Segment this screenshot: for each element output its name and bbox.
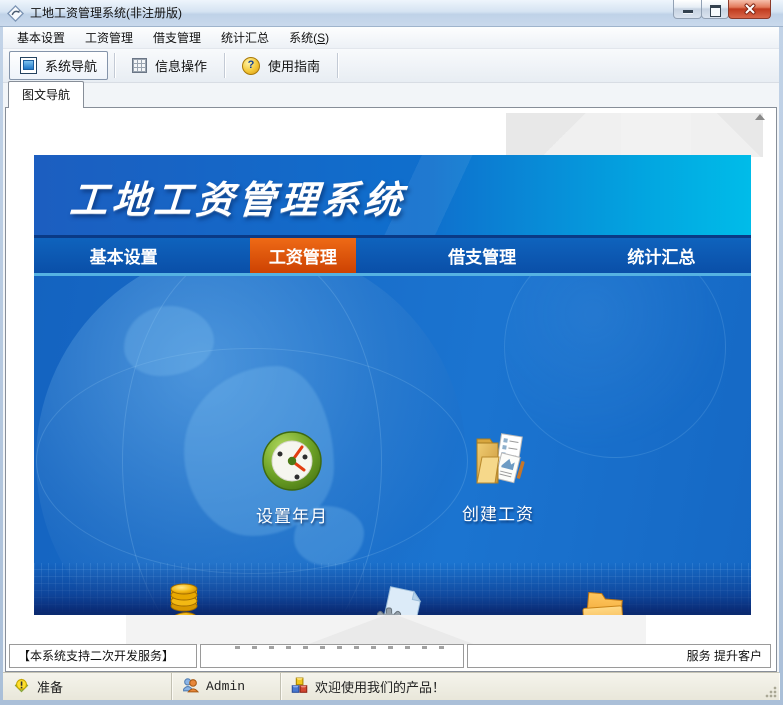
panel-nav-basic-settings[interactable]: 基本设置 (34, 238, 213, 273)
help-icon: ? (242, 56, 261, 75)
menu-basic-settings[interactable]: 基本设置 (7, 26, 75, 49)
menu-wage-management[interactable]: 工资管理 (75, 26, 143, 49)
marquee-text: 服务 提升客户 (686, 649, 762, 663)
shortcut-create-wage[interactable]: 创建工资 (433, 427, 563, 525)
window-title: 工地工资管理系统(非注册版) (30, 6, 182, 20)
folder-documents-icon (466, 427, 530, 491)
watermark-shape (506, 113, 621, 157)
user-icon (182, 677, 200, 697)
nav-item-label: 基本设置 (89, 248, 158, 267)
scroll-up-arrow-icon[interactable] (755, 114, 765, 120)
content-area: 工地工资管理系统 基本设置 工资管理 借支管理 统计汇总 设置年月 创建工资 【… (5, 107, 777, 672)
shortcut-label: 设置年月 (256, 507, 328, 526)
shortcut-wage-summary[interactable]: 工资汇总 (536, 582, 666, 615)
minimize-icon (682, 10, 693, 13)
status-bar: 准备 Admin 欢迎使用我们的产品！ (3, 672, 779, 700)
watermark-shape (126, 613, 646, 645)
panel-nav-statistics-summary[interactable]: 统计汇总 (572, 238, 751, 273)
tab-strip: 图文导航 (3, 81, 779, 108)
gear-document-icon (364, 582, 428, 615)
minimize-button[interactable] (673, 0, 702, 19)
status-user-text: Admin (206, 679, 246, 694)
watermark-shape (691, 113, 763, 157)
window-controls (673, 0, 771, 19)
banner: 工地工资管理系统 (34, 155, 751, 235)
shortcut-distribution-summary[interactable]: 发放汇总 (331, 582, 461, 615)
close-button[interactable] (728, 0, 771, 19)
toolbar-separator (337, 53, 339, 78)
support-label: 【本系统支持二次开发服务】 (9, 644, 197, 668)
menu-system-key: S (317, 31, 326, 45)
toolbar: 系统导航 信息操作 ? 使用指南 (3, 49, 779, 83)
nav-item-label: 统计汇总 (627, 248, 696, 267)
toolbar-separator (114, 53, 116, 78)
clipped-marquee-text (235, 646, 445, 649)
menu-bar: 基本设置 工资管理 借支管理 统计汇总 系统(S) (3, 27, 779, 49)
client-area: 基本设置 工资管理 借支管理 统计汇总 系统(S) 系统导航 信息操作 ? 使用… (3, 27, 779, 700)
watermark-shape (306, 613, 476, 645)
close-icon (743, 2, 757, 16)
gold-coins-icon (159, 580, 223, 615)
toolbar-button-label: 使用指南 (268, 59, 321, 74)
maximize-icon (710, 5, 721, 17)
tab-graphic-navigation[interactable]: 图文导航 (8, 81, 85, 108)
marquee-box-left (200, 644, 464, 668)
menu-system[interactable]: 系统(S) (279, 26, 339, 49)
toolbar-info-operations-button[interactable]: 信息操作 (121, 51, 218, 80)
shortcut-label: 创建工资 (462, 505, 534, 524)
toolbar-system-navigation-button[interactable]: 系统导航 (9, 51, 109, 80)
folder-coins-icon (569, 582, 633, 615)
shortcut-set-year-month[interactable]: 设置年月 (227, 429, 357, 527)
status-message-panel: 欢迎使用我们的产品！ (281, 673, 779, 700)
status-ready-text: 准备 (37, 680, 64, 695)
navigation-panel-icon (20, 57, 37, 74)
panel-body: 设置年月 创建工资 (34, 276, 751, 615)
toolbar-button-label: 信息操作 (155, 59, 208, 74)
status-user-panel: Admin (172, 673, 281, 700)
grid-icon (132, 58, 148, 73)
toolbar-button-label: 系统导航 (45, 59, 98, 74)
shortcut-wage-registration[interactable]: 工资登记 (126, 580, 256, 615)
nav-item-label: 借支管理 (448, 248, 517, 267)
footer-row: 【本系统支持二次开发服务】 服务 提升客户 (9, 644, 771, 668)
menu-statistics-summary[interactable]: 统计汇总 (211, 26, 279, 49)
panel-nav-bar: 基本设置 工资管理 借支管理 统计汇总 (34, 235, 751, 273)
menu-loan-management[interactable]: 借支管理 (143, 26, 211, 49)
status-message-text: 欢迎使用我们的产品！ (315, 680, 446, 695)
panel-nav-loan-management[interactable]: 借支管理 (393, 238, 572, 273)
clock-icon (260, 429, 324, 493)
app-icon (7, 5, 24, 22)
panel-nav-wage-management[interactable]: 工资管理 (213, 238, 392, 273)
resize-grip[interactable] (765, 686, 777, 698)
nav-item-label: 工资管理 (249, 238, 356, 273)
menu-system-pre: 系统( (289, 31, 318, 45)
status-ready-panel: 准备 (3, 673, 172, 700)
banner-title: 工地工资管理系统 (68, 180, 408, 222)
graphic-navigation-panel: 工地工资管理系统 基本设置 工资管理 借支管理 统计汇总 设置年月 创建工资 (34, 155, 751, 615)
marquee-box-right: 服务 提升客户 (467, 644, 771, 668)
ready-icon (13, 677, 30, 697)
watermark-shape (621, 113, 691, 157)
title-bar[interactable]: 工地工资管理系统(非注册版) (0, 0, 783, 27)
menu-system-post: ) (325, 31, 330, 45)
toolbar-user-guide-button[interactable]: ? 使用指南 (231, 51, 331, 80)
maximize-button[interactable] (701, 0, 729, 19)
toolbar-separator (224, 53, 226, 78)
cubes-icon (291, 677, 308, 697)
application-window: { "window": { "title": "工地工资管理系统(非注册版)" … (0, 0, 783, 705)
